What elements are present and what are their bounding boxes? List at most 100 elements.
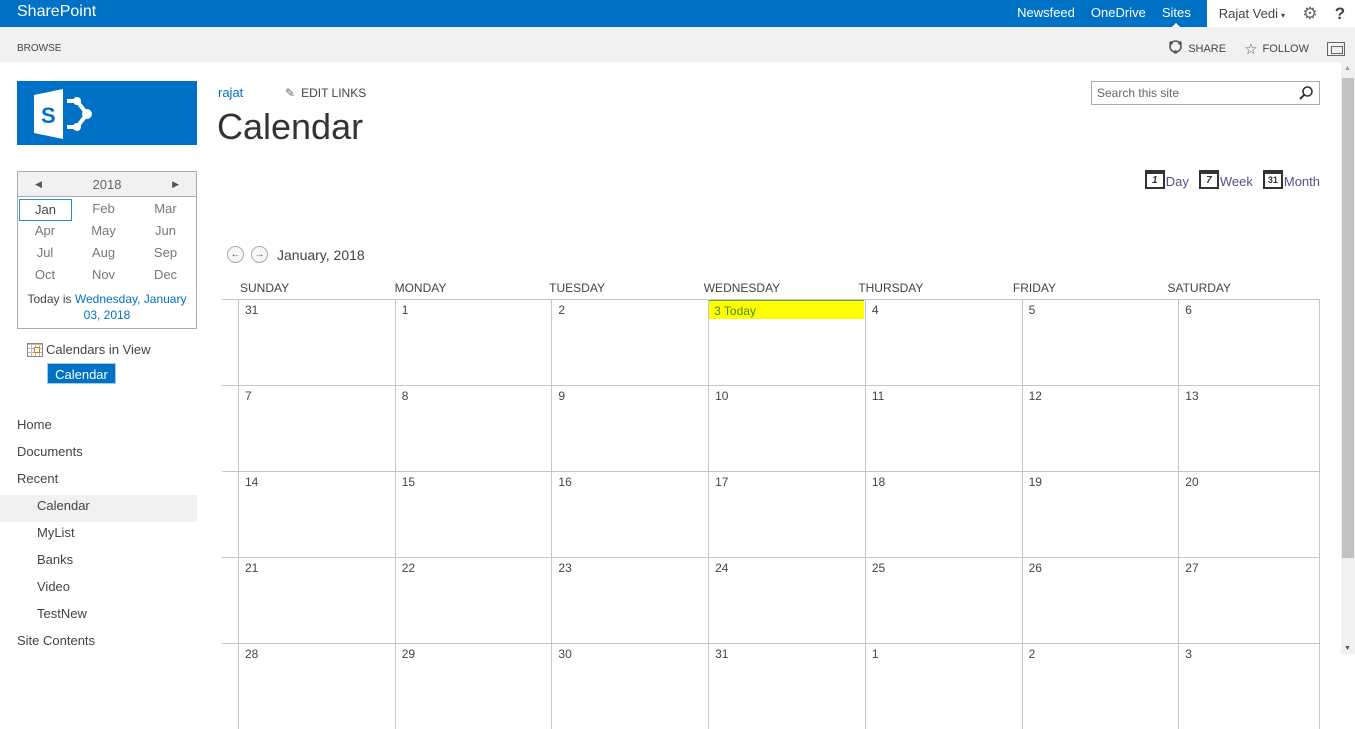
- help-icon[interactable]: ?: [1325, 4, 1355, 24]
- suite-link-newsfeed[interactable]: Newsfeed: [1009, 0, 1083, 27]
- share-icon: [1168, 39, 1183, 58]
- calendar-day-cell[interactable]: 18: [864, 472, 1022, 557]
- nav-item-calendar[interactable]: Calendar: [0, 495, 197, 522]
- edit-links-button[interactable]: ✎ EDIT LINKS: [285, 86, 366, 100]
- scroll-up-arrow[interactable]: ▲: [1344, 65, 1351, 72]
- calendar-day-cell[interactable]: 10: [708, 386, 865, 471]
- calendar-day-cell[interactable]: 2: [551, 300, 708, 385]
- scroll-down-arrow[interactable]: ▼: [1344, 645, 1351, 652]
- calendar-day-cell[interactable]: 12: [1021, 386, 1179, 471]
- nav-item-testnew[interactable]: TestNew: [0, 603, 197, 630]
- calendar-day-cell[interactable]: 29: [394, 644, 552, 729]
- tab-browse[interactable]: BROWSE: [17, 43, 61, 54]
- search-input[interactable]: [1092, 82, 1292, 104]
- nav-item-mylist[interactable]: MyList: [0, 522, 197, 549]
- month-may[interactable]: May: [72, 221, 135, 243]
- calendar-day-cell[interactable]: 7: [237, 386, 395, 471]
- today-link[interactable]: Wednesday, January 03, 2018: [75, 292, 187, 322]
- search-icon[interactable]: [1298, 85, 1314, 101]
- calendar-day-cell[interactable]: 27: [1178, 558, 1321, 643]
- previous-year-icon[interactable]: ◀: [35, 172, 42, 197]
- day-view-button[interactable]: 1 Day: [1144, 170, 1189, 189]
- month-sep[interactable]: Sep: [135, 243, 196, 265]
- gear-icon[interactable]: ⚙: [1295, 4, 1325, 24]
- calendar-day-cell[interactable]: 31: [237, 300, 395, 385]
- calendar-day-cell[interactable]: 8: [394, 386, 552, 471]
- previous-month-button[interactable]: ←: [227, 246, 244, 263]
- focus-on-content-icon[interactable]: [1327, 41, 1345, 56]
- calendar-day-cell[interactable]: 9: [551, 386, 708, 471]
- month-oct[interactable]: Oct: [18, 265, 72, 287]
- month-mar[interactable]: Mar: [135, 199, 196, 221]
- suite-link-onedrive[interactable]: OneDrive: [1083, 0, 1154, 27]
- scroll-thumb[interactable]: [1342, 78, 1354, 558]
- month-nov[interactable]: Nov: [72, 265, 135, 287]
- calendar-day-cell[interactable]: 21: [237, 558, 395, 643]
- nav-item-home[interactable]: Home: [0, 414, 197, 441]
- calendar-day-cell[interactable]: 23: [551, 558, 708, 643]
- calendar-day-cell[interactable]: 1: [864, 644, 1022, 729]
- calendar-day-cell[interactable]: 28: [237, 644, 395, 729]
- calendar-day-cell[interactable]: 25: [864, 558, 1022, 643]
- calendar-day-cell[interactable]: 5: [1021, 300, 1179, 385]
- month-jun[interactable]: Jun: [135, 221, 196, 243]
- week-view-label: Week: [1219, 174, 1253, 189]
- breadcrumb-site-link[interactable]: rajat: [218, 85, 243, 100]
- calendar-day-cell[interactable]: 20: [1178, 472, 1321, 557]
- month-dec[interactable]: Dec: [135, 265, 196, 287]
- month-apr[interactable]: Apr: [18, 221, 72, 243]
- calendar-day-cell[interactable]: 1: [394, 300, 552, 385]
- day-number: 19: [1028, 475, 1042, 489]
- today-marker: 3 Today: [709, 300, 865, 319]
- pencil-icon: ✎: [285, 86, 296, 100]
- calendar-overlay-badge[interactable]: Calendar: [47, 363, 116, 384]
- day-number: 23: [558, 561, 572, 575]
- calendar-day-cell[interactable]: 19: [1021, 472, 1179, 557]
- month-view-button[interactable]: 31 Month: [1262, 170, 1320, 189]
- calendar-day-cell[interactable]: 4: [864, 300, 1022, 385]
- calendar-day-cell[interactable]: 26: [1021, 558, 1179, 643]
- day-number: 1: [871, 647, 879, 661]
- next-month-button[interactable]: →: [251, 246, 268, 263]
- share-button[interactable]: SHARE: [1168, 39, 1226, 58]
- calendar-day-cell[interactable]: 30: [551, 644, 708, 729]
- week-view-button[interactable]: 7 Week: [1198, 170, 1253, 189]
- calendar-day-cell[interactable]: 2: [1021, 644, 1179, 729]
- day-number: 27: [1185, 561, 1199, 575]
- calendar-day-cell[interactable]: 13: [1178, 386, 1321, 471]
- calendar-day-cell[interactable]: 17: [708, 472, 865, 557]
- calendar-day-cell[interactable]: 3: [1178, 644, 1321, 729]
- nav-item-documents[interactable]: Documents: [0, 441, 197, 468]
- calendar-day-cell[interactable]: 15: [394, 472, 552, 557]
- next-year-icon[interactable]: ▶: [172, 172, 179, 197]
- suite-link-sites[interactable]: Sites: [1154, 0, 1199, 27]
- quick-launch-nav: Home Documents Recent Calendar MyList Ba…: [0, 414, 197, 657]
- site-logo[interactable]: S: [17, 81, 197, 145]
- month-jan[interactable]: Jan: [19, 199, 72, 221]
- follow-button[interactable]: ☆ FOLLOW: [1244, 40, 1309, 58]
- calendars-in-view: Calendars in View: [27, 342, 151, 357]
- day-number: 31: [244, 303, 259, 317]
- nav-item-recent[interactable]: Recent: [0, 468, 197, 495]
- calendar-day-cell[interactable]: 16: [551, 472, 708, 557]
- calendar-day-cell[interactable]: 14: [237, 472, 395, 557]
- nav-item-video[interactable]: Video: [0, 576, 197, 603]
- month-aug[interactable]: Aug: [72, 243, 135, 265]
- vertical-scrollbar[interactable]: ▲ ▼: [1341, 62, 1355, 654]
- user-menu[interactable]: Rajat Vedi ▾: [1207, 6, 1295, 21]
- week-gutter: [222, 644, 238, 729]
- date-picker-header: ◀ 2018 ▶: [18, 172, 196, 197]
- ribbon: BROWSE SHARE ☆ FOLLOW: [0, 27, 1355, 62]
- user-name: Rajat Vedi: [1218, 6, 1278, 21]
- month-jul[interactable]: Jul: [18, 243, 72, 265]
- sharepoint-brand[interactable]: SharePoint: [17, 3, 96, 21]
- month-feb[interactable]: Feb: [72, 199, 135, 221]
- calendar-day-cell[interactable]: 24: [708, 558, 865, 643]
- calendar-day-cell-today[interactable]: 3 Today: [708, 300, 865, 385]
- calendar-day-cell[interactable]: 31: [708, 644, 865, 729]
- calendar-day-cell[interactable]: 22: [394, 558, 552, 643]
- calendar-day-cell[interactable]: 6: [1178, 300, 1321, 385]
- calendar-day-cell[interactable]: 11: [864, 386, 1022, 471]
- nav-item-banks[interactable]: Banks: [0, 549, 197, 576]
- nav-item-site-contents[interactable]: Site Contents: [0, 630, 197, 657]
